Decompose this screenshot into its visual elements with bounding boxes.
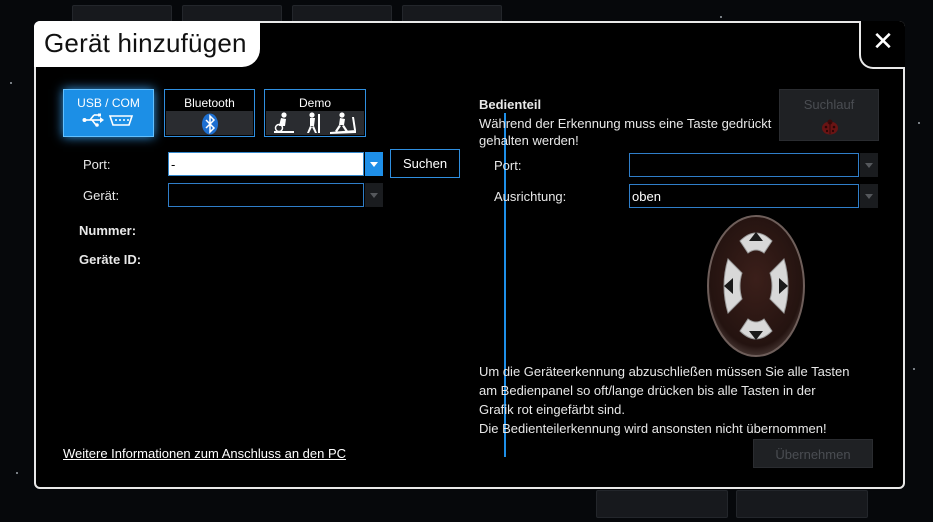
device-id-label: Geräte ID:	[79, 252, 142, 267]
search-button[interactable]: Suchen	[390, 149, 460, 178]
ladybug-icon	[822, 119, 838, 135]
panel-port-select[interactable]	[629, 153, 859, 177]
connection-info-link[interactable]: Weitere Informationen zum Anschluss an d…	[63, 446, 346, 461]
info-paragraph: Um die Geräteerkennung abzuschließen müs…	[479, 362, 849, 438]
device-label: Gerät:	[83, 188, 120, 203]
scan-button[interactable]: Suchlauf	[779, 89, 879, 141]
orientation-select[interactable]: oben	[629, 184, 859, 208]
connection-usb-com-label: USB / COM	[77, 96, 140, 110]
bg-star	[918, 122, 920, 124]
bg-star	[913, 368, 915, 370]
chevron-down-icon	[370, 162, 378, 167]
bg-apply-button	[596, 490, 728, 518]
control-panel-heading: Bedienteil	[479, 97, 542, 112]
orientation-dropdown-button[interactable]	[860, 184, 878, 208]
panel-port-label: Port:	[494, 158, 522, 173]
bg-star	[16, 472, 18, 474]
bg-cancel-button	[736, 490, 868, 518]
device-select[interactable]	[168, 183, 364, 207]
chevron-down-icon	[865, 163, 873, 168]
instruction-line-2: gehalten werden!	[479, 133, 579, 148]
info-line-3: Grafik rot eingefärbt sind.	[479, 402, 625, 417]
bg-star	[10, 82, 12, 84]
info-line-4: Die Bedienteilerkennung wird ansonsten n…	[479, 421, 827, 436]
usb-serial-icon	[82, 113, 133, 127]
chevron-down-icon	[370, 193, 378, 198]
connection-bluetooth-label: Bluetooth	[184, 96, 235, 110]
port-select[interactable]: -	[168, 152, 364, 176]
chevron-down-icon	[865, 194, 873, 199]
dialog-title-tab: Gerät hinzufügen	[34, 21, 260, 67]
dialog-title: Gerät hinzufügen	[44, 28, 247, 58]
info-line-1: Um die Geräteerkennung abzuschließen müs…	[479, 364, 850, 379]
info-line-2: am Bedienpanel so oft/lange drücken bis …	[479, 383, 816, 398]
connection-demo-label: Demo	[298, 96, 331, 110]
apply-button[interactable]: Übernehmen	[753, 439, 873, 468]
orientation-label: Ausrichtung:	[494, 189, 567, 204]
bg-star	[720, 16, 722, 18]
number-label: Nummer:	[79, 223, 137, 238]
connection-demo-button[interactable]: Demo	[264, 89, 366, 137]
port-dropdown-button[interactable]	[365, 152, 383, 176]
close-icon[interactable]: ✕	[861, 27, 905, 57]
port-label: Port:	[83, 157, 111, 172]
bluetooth-icon	[201, 113, 218, 135]
add-device-dialog: Gerät hinzufügen ✕ USB / COM Bluetooth D…	[34, 21, 905, 489]
device-dropdown-button[interactable]	[365, 183, 383, 207]
connection-usb-com-button[interactable]: USB / COM	[63, 89, 154, 137]
control-panel-graphic	[707, 215, 805, 357]
instruction-line-1: Während der Erkennung muss eine Taste ge…	[479, 116, 772, 131]
fitness-devices-icon	[274, 112, 356, 134]
close-button[interactable]: ✕	[859, 21, 905, 69]
connection-bluetooth-button[interactable]: Bluetooth	[164, 89, 255, 137]
scan-button-label: Suchlauf	[803, 97, 855, 112]
panel-port-dropdown-button[interactable]	[860, 153, 878, 177]
